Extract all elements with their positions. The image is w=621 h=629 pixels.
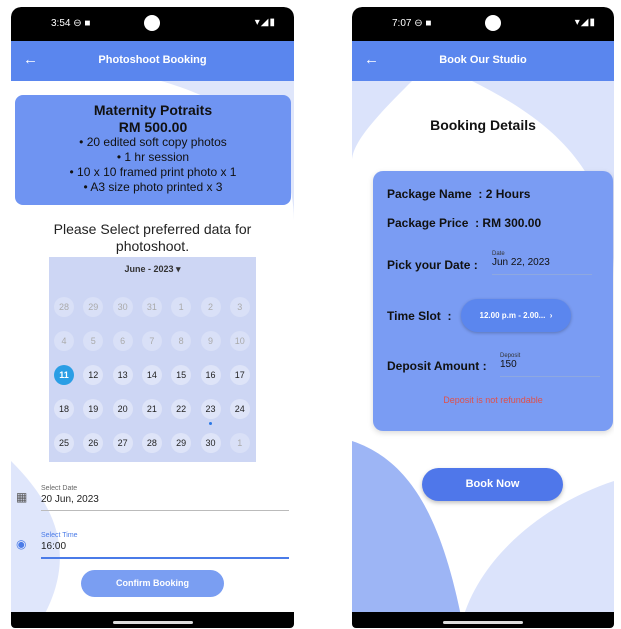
calendar-day[interactable]: 11 bbox=[54, 365, 74, 385]
calendar-day[interactable]: 17 bbox=[229, 365, 250, 385]
calendar-day[interactable]: 21 bbox=[141, 399, 162, 419]
calendar-day[interactable]: 16 bbox=[200, 365, 221, 385]
select-time-field[interactable]: Select Time 16:00 bbox=[41, 532, 289, 559]
calendar: June - 2023 ▾ 28 29 30 31 1 2 3 4 5 6 7 8 9 10 11 12 13 1… bbox=[49, 257, 256, 462]
calendar-day[interactable]: 27 bbox=[112, 433, 133, 453]
date-input[interactable]: Date Jun 22, 2023 bbox=[492, 251, 592, 275]
confirm-booking-button[interactable]: Confirm Booking bbox=[81, 570, 224, 597]
navigation-bar bbox=[352, 612, 614, 628]
calendar-day: 7 bbox=[141, 331, 162, 351]
calendar-day[interactable]: 26 bbox=[83, 433, 104, 453]
app-bar: ← Photoshoot Booking bbox=[11, 41, 294, 81]
calendar-day: 3 bbox=[229, 297, 250, 317]
time-slot-button[interactable]: 12.00 p.m - 2.00... › bbox=[461, 299, 571, 332]
camera-cutout bbox=[485, 15, 501, 31]
camera-cutout bbox=[144, 15, 160, 31]
calendar-day: 31 bbox=[141, 297, 162, 317]
status-time: 3:54 ⊖ ■ bbox=[51, 18, 91, 29]
chevron-right-icon: › bbox=[549, 311, 553, 320]
deposit-input[interactable]: Deposit 150 bbox=[500, 353, 600, 377]
calendar-day[interactable]: 13 bbox=[112, 365, 133, 385]
calendar-day[interactable]: 15 bbox=[171, 365, 192, 385]
phone-screen-book-studio: 7:07 ⊖ ■ ▾◢▮ ← Book Our Studio Booking D… bbox=[352, 7, 614, 628]
select-date-label: Select Date bbox=[41, 485, 78, 492]
calendar-day: 8 bbox=[171, 331, 192, 351]
status-bar: 7:07 ⊖ ■ ▾◢▮ bbox=[352, 7, 614, 41]
date-prompt: Please Select preferred data for photosh… bbox=[53, 221, 252, 254]
package-item: • 1 hr session bbox=[116, 150, 190, 164]
pick-date-label: Pick your Date : bbox=[387, 258, 478, 272]
navigation-bar bbox=[11, 612, 294, 628]
deposit-warning: Deposit is not refundable bbox=[443, 395, 543, 405]
package-item: • 20 edited soft copy photos bbox=[79, 135, 227, 149]
calendar-day[interactable]: 30 bbox=[200, 433, 221, 453]
calendar-day: 1 bbox=[171, 297, 192, 317]
package-price-row: Package Price : RM 300.00 bbox=[387, 216, 542, 230]
calendar-day: 30 bbox=[112, 297, 133, 317]
signal-battery-icon: ▾◢▮ bbox=[254, 17, 276, 28]
booking-content: Maternity Potraits RM 500.00 • 20 edited… bbox=[11, 81, 294, 628]
calendar-day[interactable]: 12 bbox=[83, 365, 104, 385]
calendar-month-selector[interactable]: June - 2023 ▾ bbox=[49, 264, 256, 275]
package-item: • 10 x 10 framed print photo x 1 bbox=[69, 165, 237, 179]
package-name-row: Package Name : 2 Hours bbox=[387, 187, 531, 201]
page-title: Photoshoot Booking bbox=[98, 54, 207, 66]
calendar-day: 4 bbox=[54, 331, 74, 351]
signal-battery-icon: ▾◢▮ bbox=[574, 17, 596, 28]
calendar-day[interactable]: 18 bbox=[54, 399, 74, 419]
package-item: • A3 size photo printed x 3 bbox=[83, 180, 223, 194]
calendar-day[interactable]: 23 bbox=[200, 399, 221, 419]
status-time: 7:07 ⊖ ■ bbox=[392, 18, 432, 29]
calendar-day[interactable]: 29 bbox=[171, 433, 192, 453]
select-date-value: 20 Jun, 2023 bbox=[41, 494, 99, 505]
calendar-day[interactable]: 28 bbox=[141, 433, 162, 453]
calendar-day: 1 bbox=[229, 433, 250, 453]
select-time-value: 16:00 bbox=[41, 541, 67, 552]
calendar-day: 9 bbox=[200, 331, 221, 351]
booking-details-heading: Booking Details bbox=[430, 117, 536, 133]
book-now-button[interactable]: Book Now bbox=[422, 468, 563, 501]
date-value: Jun 22, 2023 bbox=[492, 257, 550, 268]
calendar-day: 2 bbox=[200, 297, 221, 317]
calendar-day: 28 bbox=[54, 297, 74, 317]
calendar-day: 6 bbox=[112, 331, 133, 351]
app-bar: ← Book Our Studio bbox=[352, 41, 614, 81]
booking-details-content: Booking Details Package Name : 2 Hours P… bbox=[352, 81, 614, 628]
package-price: RM 500.00 bbox=[118, 119, 188, 135]
status-bar: 3:54 ⊖ ■ ▾◢▮ bbox=[11, 7, 294, 41]
calendar-day: 29 bbox=[83, 297, 104, 317]
time-slot-label: Time Slot : bbox=[387, 309, 452, 323]
calendar-day: 5 bbox=[83, 331, 104, 351]
deposit-value: 150 bbox=[500, 359, 517, 370]
deposit-amount-label: Deposit Amount : bbox=[387, 359, 487, 373]
calendar-day[interactable]: 20 bbox=[112, 399, 133, 419]
calendar-day[interactable]: 14 bbox=[141, 365, 162, 385]
calendar-day[interactable]: 19 bbox=[83, 399, 104, 419]
package-title: Maternity Potraits bbox=[93, 102, 213, 118]
select-date-field[interactable]: Select Date 20 Jun, 2023 bbox=[41, 485, 289, 511]
clock-icon: ◉ bbox=[16, 537, 27, 551]
calendar-day: 10 bbox=[229, 331, 250, 351]
calendar-day[interactable]: 25 bbox=[54, 433, 74, 453]
booking-details-card: Package Name : 2 Hours Package Price : R… bbox=[373, 171, 613, 431]
today-indicator bbox=[209, 422, 212, 425]
calendar-icon: ▦ bbox=[16, 490, 28, 504]
page-title: Book Our Studio bbox=[439, 54, 527, 66]
calendar-day[interactable]: 24 bbox=[229, 399, 250, 419]
calendar-day[interactable]: 22 bbox=[171, 399, 192, 419]
phone-screen-photoshoot-booking: 3:54 ⊖ ■ ▾◢▮ ← Photoshoot Booking Matern… bbox=[11, 7, 294, 628]
package-card: Maternity Potraits RM 500.00 • 20 edited… bbox=[15, 95, 291, 205]
select-time-label: Select Time bbox=[41, 532, 78, 539]
